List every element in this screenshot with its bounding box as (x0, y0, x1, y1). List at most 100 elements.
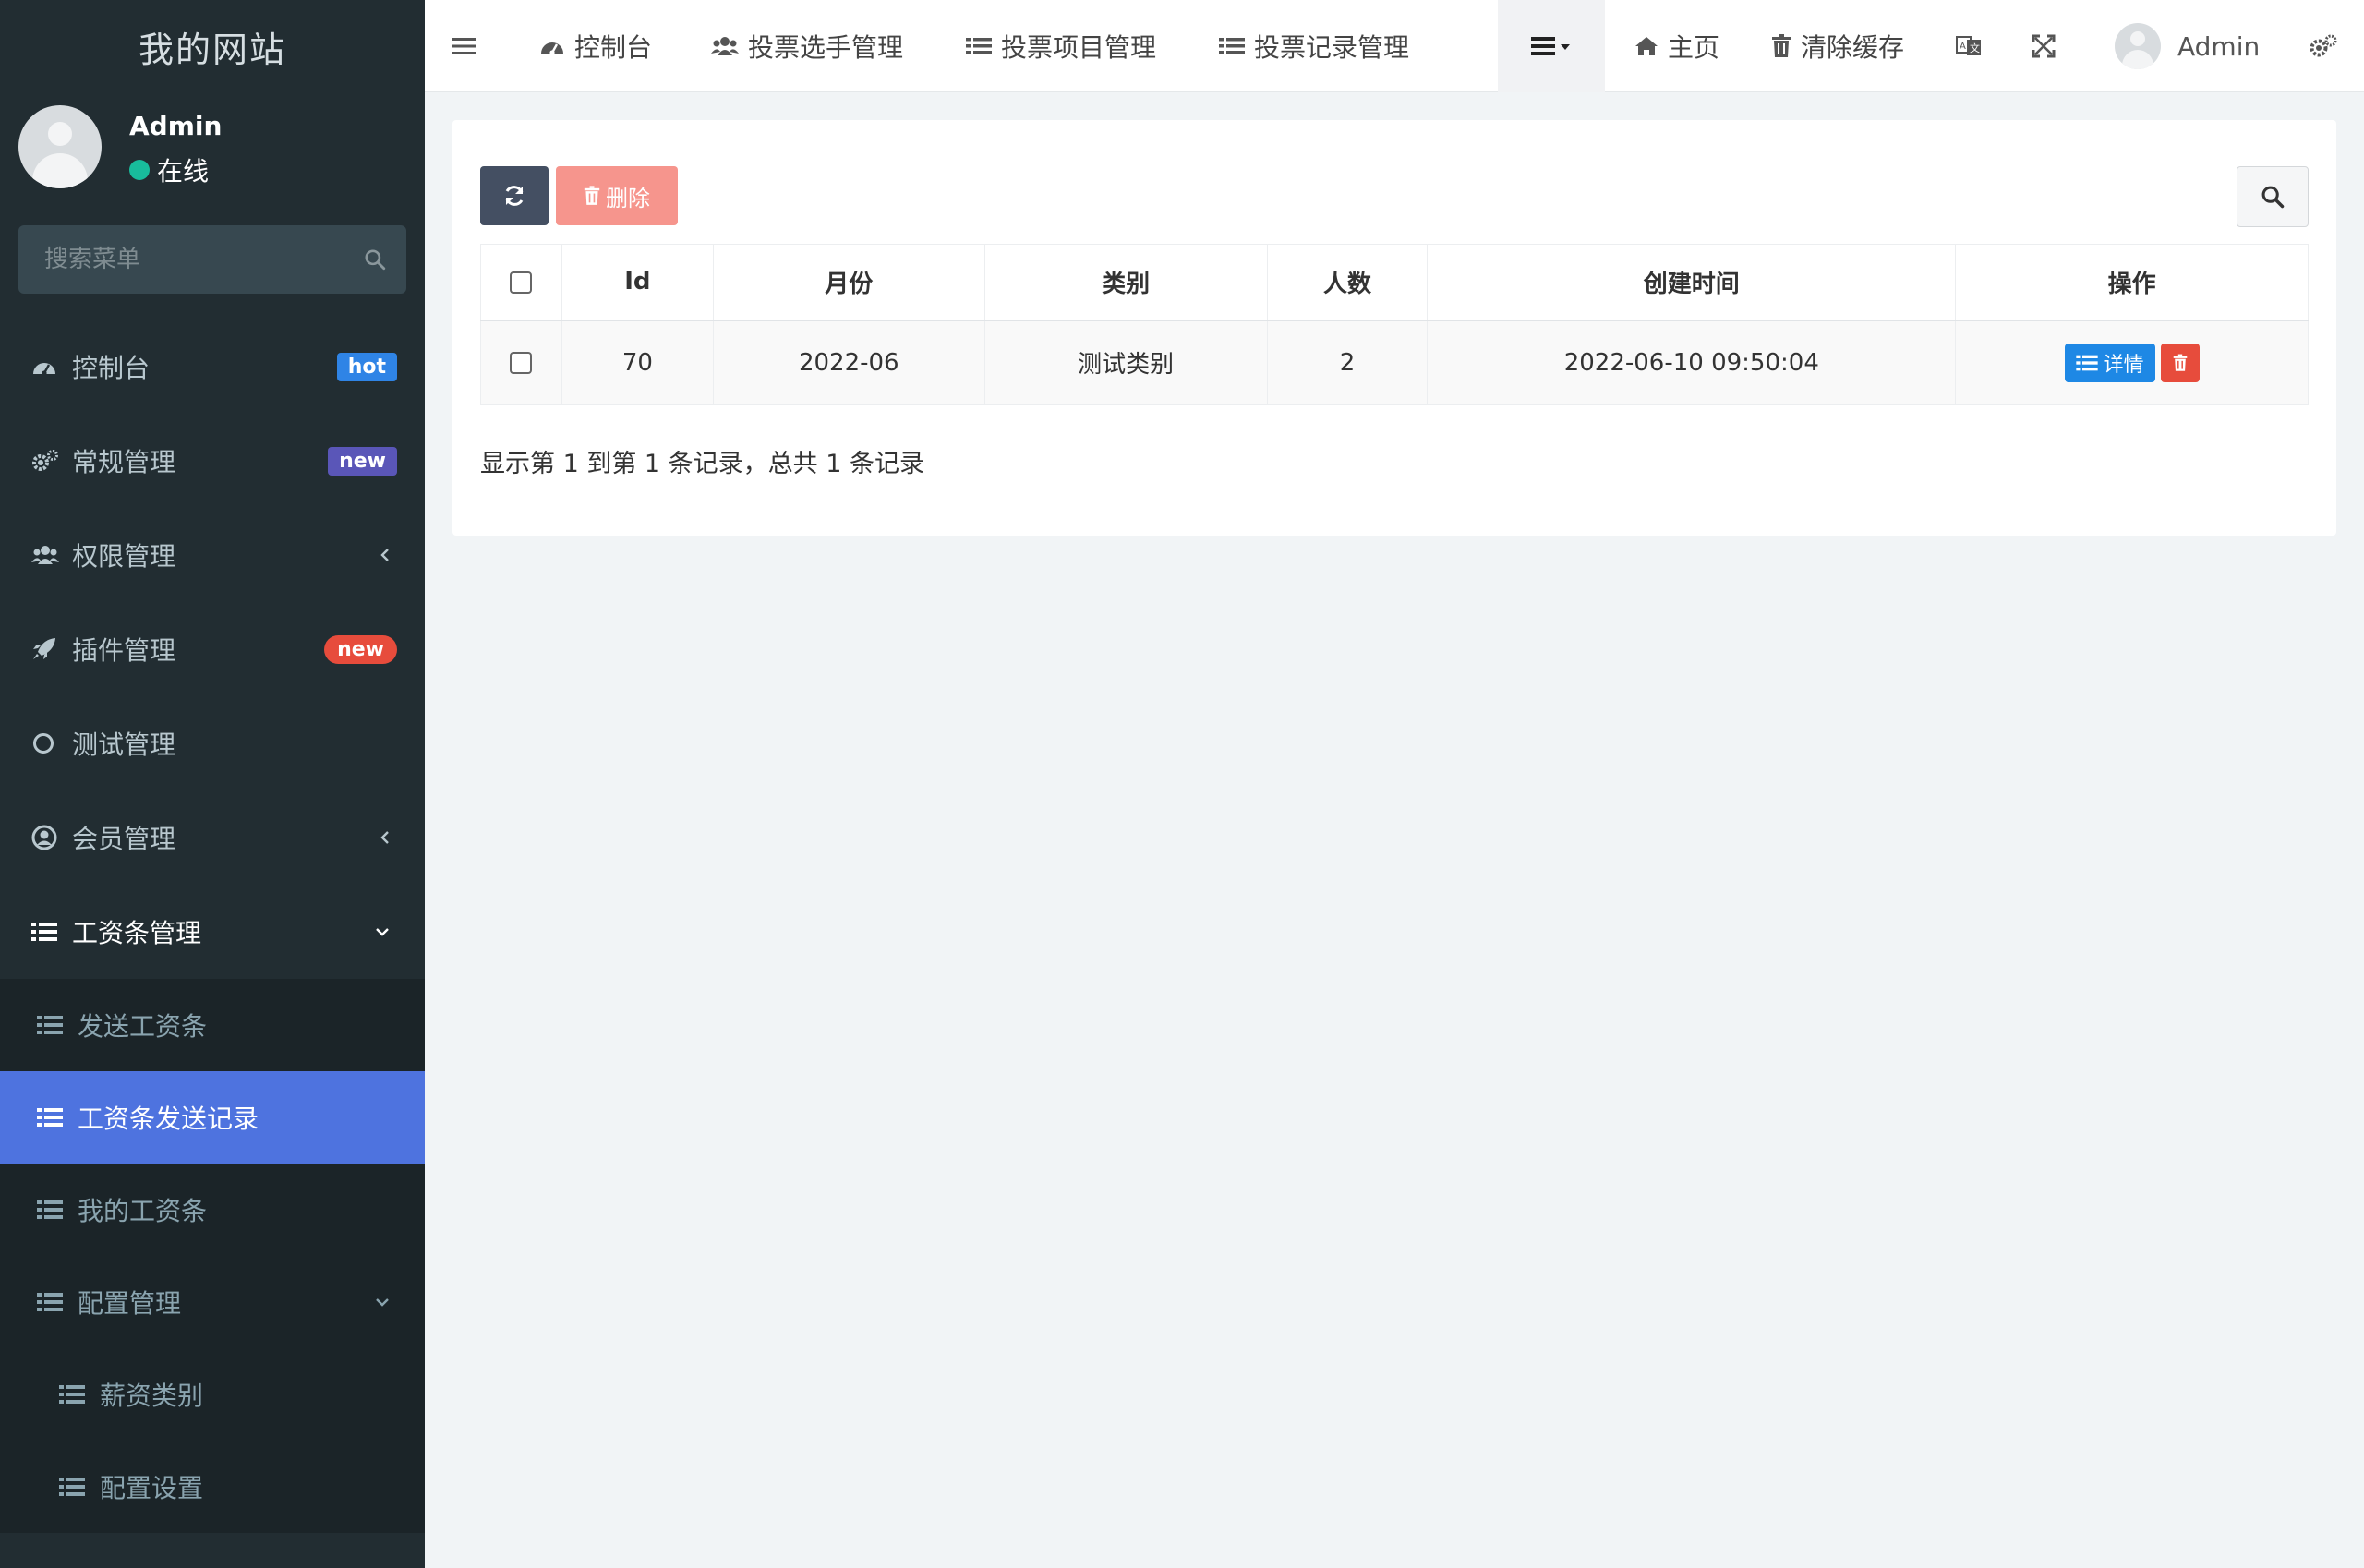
detail-button[interactable]: 详情 (2064, 343, 2155, 382)
sidebar: 我的网站 Admin 在线 控制台 hot 常规管理 new (0, 0, 425, 1568)
hamburger-icon (452, 36, 476, 56)
list-icon (31, 921, 72, 943)
sidebar-item-label: 发送工资条 (78, 1011, 208, 1042)
language-switch-button[interactable]: A文 (1956, 0, 1982, 92)
site-brand[interactable]: 我的网站 (0, 0, 425, 92)
cell-created: 2022-06-10 09:50:04 (1427, 320, 1957, 405)
chevron-down-icon (373, 925, 392, 938)
menu-search-input[interactable] (18, 225, 344, 294)
detail-label: 详情 (2103, 353, 2144, 377)
sidebar-item-my-payslip[interactable]: 我的工资条 (0, 1164, 425, 1256)
sidebar-item-label: 工资条发送记录 (78, 1104, 259, 1134)
new-badge: new (324, 634, 397, 664)
clear-cache-button[interactable]: 清除缓存 (1771, 0, 1904, 92)
sidebar-item-dashboard[interactable]: 控制台 hot (0, 320, 425, 414)
column-header-actions: 操作 (1955, 244, 2309, 321)
row-checkbox[interactable] (510, 352, 533, 375)
content-panel: 删除 Id 月份 类别 人数 创建时间 操作 70 2022-06 测试类别 2… (452, 120, 2336, 536)
hot-badge: hot (336, 352, 397, 381)
sidebar-search (18, 225, 406, 294)
sidebar-item-label: 常规管理 (72, 447, 176, 477)
sidebar-item-salary-category[interactable]: 薪资类别 (0, 1348, 425, 1441)
sidebar-item-member[interactable]: 会员管理 (0, 790, 425, 885)
trash-icon (2173, 354, 2188, 372)
sidebar-item-label: 权限管理 (72, 541, 176, 572)
chevron-down-icon (373, 1296, 392, 1309)
sidebar-item-plugin[interactable]: 插件管理 new (0, 602, 425, 696)
sidebar-item-label: 我的工资条 (78, 1196, 208, 1226)
sidebar-item-send-payslip[interactable]: 发送工资条 (0, 979, 425, 1071)
rocket-icon (31, 637, 72, 661)
config-submenu: 薪资类别 配置设置 (0, 1348, 425, 1533)
delete-button[interactable]: 删除 (556, 166, 678, 225)
user-status: 在线 (129, 151, 209, 188)
tab-vote-projects[interactable]: 投票项目管理 (966, 0, 1156, 92)
sidebar-item-label: 会员管理 (72, 824, 176, 854)
home-icon (1634, 36, 1658, 56)
sidebar-item-label: 配置管理 (78, 1288, 182, 1319)
select-all-checkbox[interactable] (510, 271, 533, 294)
column-header-count[interactable]: 人数 (1266, 244, 1429, 321)
chevron-left-icon (379, 828, 392, 847)
trash-icon (1771, 34, 1791, 58)
search-icon[interactable] (344, 247, 406, 271)
list-icon (37, 1199, 78, 1221)
cell-count: 2 (1266, 320, 1429, 405)
control-sidebar-button[interactable] (2309, 0, 2338, 92)
column-header-id[interactable]: Id (561, 244, 714, 321)
cell-category: 测试类别 (983, 320, 1268, 405)
list-icon (37, 1291, 78, 1313)
home-link[interactable]: 主页 (1634, 0, 1719, 92)
refresh-button[interactable] (480, 166, 549, 225)
refresh-icon (502, 184, 526, 208)
records-table: Id 月份 类别 人数 创建时间 操作 70 2022-06 测试类别 2 20… (480, 244, 2309, 405)
user-status-text: 在线 (157, 156, 210, 187)
home-label: 主页 (1668, 32, 1720, 63)
sidebar-item-permission[interactable]: 权限管理 (0, 508, 425, 602)
sidebar-item-label: 配置设置 (100, 1473, 204, 1503)
table-search-button[interactable] (2237, 166, 2309, 227)
tab-vote-players[interactable]: 投票选手管理 (711, 0, 903, 92)
row-delete-button[interactable] (2160, 343, 2200, 382)
online-dot-icon (129, 160, 150, 180)
column-header-month[interactable]: 月份 (712, 244, 985, 321)
cell-month: 2022-06 (712, 320, 985, 405)
list-icon (1219, 35, 1245, 57)
tab-vote-records[interactable]: 投票记录管理 (1219, 0, 1409, 92)
sidebar-toggle-button[interactable] (452, 0, 476, 92)
table-row: 70 2022-06 测试类别 2 2022-06-10 09:50:04 详情 (480, 320, 2309, 405)
sidebar-item-general[interactable]: 常规管理 new (0, 414, 425, 508)
sidebar-item-config-settings[interactable]: 配置设置 (0, 1441, 425, 1533)
tabs-dropdown-button[interactable] (1498, 0, 1605, 92)
fullscreen-button[interactable] (2032, 0, 2056, 92)
user-menu-name: Admin (2177, 30, 2261, 62)
dashboard-icon (31, 356, 72, 378)
users-icon (31, 544, 72, 566)
new-badge: new (328, 446, 397, 476)
cell-actions: 详情 (1955, 320, 2309, 405)
svg-text:文: 文 (1970, 42, 1980, 54)
list-icon (59, 1476, 100, 1498)
circle-icon (31, 731, 72, 755)
sidebar-item-label: 工资条管理 (72, 918, 202, 948)
sidebar-menu: 控制台 hot 常规管理 new 权限管理 插件管理 new 测试管理 会员管理… (0, 320, 425, 1533)
tab-label: 投票记录管理 (1254, 32, 1410, 63)
sidebar-item-test[interactable]: 测试管理 (0, 696, 425, 790)
tab-dashboard[interactable]: 控制台 (539, 0, 652, 92)
svg-text:A: A (1960, 42, 1966, 52)
menu-list-icon (1531, 35, 1572, 57)
user-menu[interactable]: Admin (2115, 0, 2260, 92)
list-icon (59, 1383, 100, 1405)
tab-label: 控制台 (574, 32, 653, 63)
table-header-row: Id 月份 类别 人数 创建时间 操作 (480, 244, 2309, 321)
sidebar-item-label: 插件管理 (72, 635, 176, 666)
top-navbar: 控制台 投票选手管理 投票项目管理 投票记录管理 主页 清除缓存 A 文 Adm… (425, 0, 2364, 92)
column-header-created[interactable]: 创建时间 (1427, 244, 1957, 321)
sidebar-item-payslip-records[interactable]: 工资条发送记录 (0, 1071, 425, 1164)
list-icon (37, 1014, 78, 1036)
column-header-category[interactable]: 类别 (983, 244, 1268, 321)
sidebar-item-label: 控制台 (72, 353, 151, 383)
select-all-cell (480, 244, 562, 321)
sidebar-item-payslip[interactable]: 工资条管理 (0, 885, 425, 979)
sidebar-item-config[interactable]: 配置管理 (0, 1256, 425, 1348)
